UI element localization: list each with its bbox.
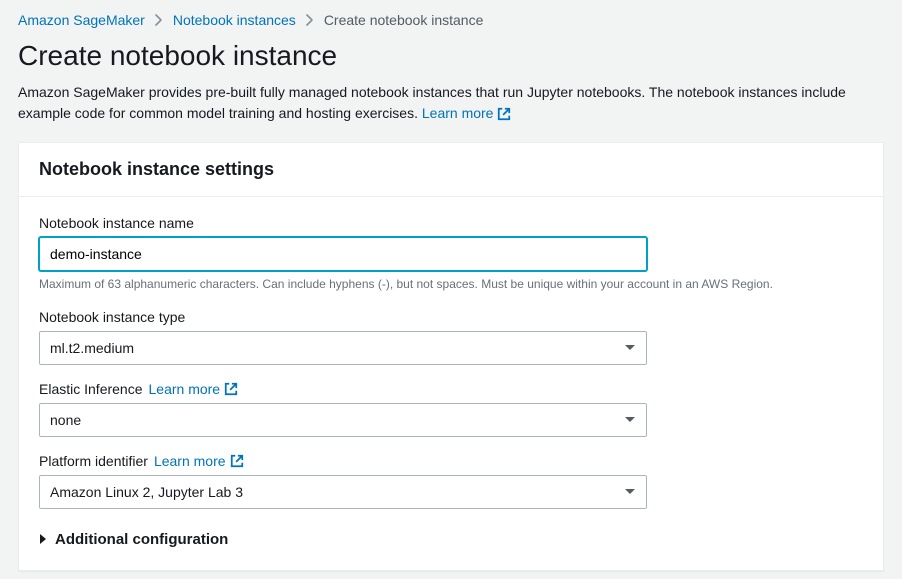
additional-configuration-label: Additional configuration (55, 531, 228, 548)
additional-configuration-toggle[interactable]: Additional configuration (39, 525, 863, 550)
notebook-name-input[interactable] (39, 237, 647, 271)
external-link-icon (497, 107, 511, 121)
caret-down-icon (624, 488, 636, 496)
panel-title: Notebook instance settings (39, 159, 863, 180)
learn-more-link[interactable]: Learn more (422, 103, 512, 124)
panel-header: Notebook instance settings (19, 143, 883, 197)
chevron-right-icon (306, 14, 314, 26)
breadcrumb: Amazon SageMaker Notebook instances Crea… (18, 8, 884, 32)
panel-body: Notebook instance name Maximum of 63 alp… (19, 197, 883, 570)
notebook-type-value: ml.t2.medium (50, 340, 134, 356)
caret-down-icon (624, 344, 636, 352)
external-link-icon (230, 454, 244, 468)
field-elastic-inference: Elastic Inference Learn more none (39, 381, 863, 437)
settings-panel: Notebook instance settings Notebook inst… (18, 142, 884, 571)
field-notebook-type: Notebook instance type ml.t2.medium (39, 309, 863, 365)
platform-identifier-value: Amazon Linux 2, Jupyter Lab 3 (50, 484, 243, 500)
learn-more-label: Learn more (149, 381, 221, 397)
field-notebook-name: Notebook instance name Maximum of 63 alp… (39, 215, 863, 293)
learn-more-label: Learn more (422, 103, 494, 124)
external-link-icon (224, 382, 238, 396)
elastic-inference-value: none (50, 412, 81, 428)
page-description: Amazon SageMaker provides pre-built full… (18, 82, 884, 124)
breadcrumb-current: Create notebook instance (324, 12, 484, 28)
elastic-inference-select[interactable]: none (39, 403, 647, 437)
notebook-name-helper: Maximum of 63 alphanumeric characters. C… (39, 276, 863, 293)
breadcrumb-link-service[interactable]: Amazon SageMaker (18, 12, 145, 28)
field-platform-identifier: Platform identifier Learn more Amazon Li… (39, 453, 863, 509)
platform-identifier-select[interactable]: Amazon Linux 2, Jupyter Lab 3 (39, 475, 647, 509)
caret-down-icon (624, 416, 636, 424)
elastic-inference-learn-more-link[interactable]: Learn more (149, 381, 239, 397)
platform-identifier-label: Platform identifier (39, 453, 148, 469)
elastic-inference-label: Elastic Inference (39, 381, 143, 397)
notebook-type-select[interactable]: ml.t2.medium (39, 331, 647, 365)
notebook-name-label: Notebook instance name (39, 215, 863, 231)
learn-more-label: Learn more (154, 453, 226, 469)
breadcrumb-link-notebook-instances[interactable]: Notebook instances (173, 12, 296, 28)
platform-identifier-learn-more-link[interactable]: Learn more (154, 453, 244, 469)
notebook-type-label: Notebook instance type (39, 309, 863, 325)
chevron-right-icon (155, 14, 163, 26)
caret-right-icon (39, 533, 47, 545)
page-title: Create notebook instance (18, 40, 884, 72)
